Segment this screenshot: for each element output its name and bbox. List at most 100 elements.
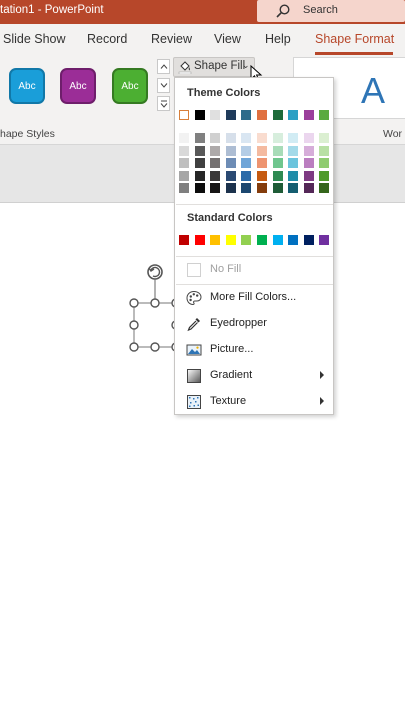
- styles-scroll-up-button[interactable]: [157, 59, 170, 74]
- texture-label: Texture: [210, 395, 247, 407]
- theme-color-swatch[interactable]: [303, 110, 314, 120]
- theme-shade-swatch[interactable]: [257, 183, 267, 193]
- theme-color-swatch[interactable]: [319, 110, 330, 120]
- theme-shade-swatch[interactable]: [303, 145, 314, 156]
- shape-style-blue[interactable]: Abc: [9, 68, 45, 104]
- standard-color-swatch[interactable]: [303, 235, 314, 245]
- standard-color-swatch[interactable]: [225, 235, 236, 245]
- theme-shade-swatch[interactable]: [257, 158, 267, 168]
- theme-shade-swatch[interactable]: [303, 170, 314, 181]
- theme-shade-swatch[interactable]: [272, 170, 283, 181]
- theme-shade-swatch[interactable]: [179, 183, 189, 193]
- theme-shade-swatch[interactable]: [241, 170, 252, 181]
- theme-shade-swatch[interactable]: [179, 158, 189, 168]
- theme-color-swatch[interactable]: [194, 110, 205, 120]
- theme-shade-swatch[interactable]: [225, 170, 236, 181]
- theme-shade-swatch[interactable]: [194, 158, 205, 168]
- theme-shade-swatch[interactable]: [288, 158, 299, 168]
- theme-shade-swatch[interactable]: [225, 133, 236, 143]
- theme-shade-swatch[interactable]: [288, 170, 299, 181]
- shape-style-green[interactable]: Abc: [112, 68, 148, 104]
- shape-fill-button[interactable]: Shape Fill ⌄: [173, 57, 255, 77]
- theme-shade-swatch[interactable]: [272, 158, 283, 168]
- theme-shade-swatch[interactable]: [303, 183, 314, 193]
- standard-color-swatch[interactable]: [272, 235, 283, 245]
- theme-shade-swatch[interactable]: [225, 158, 236, 168]
- theme-shade-swatch[interactable]: [241, 183, 252, 193]
- theme-shade-swatch[interactable]: [257, 133, 267, 143]
- theme-shade-swatch[interactable]: [194, 170, 205, 181]
- tab-record[interactable]: Record: [87, 32, 127, 46]
- standard-color-swatch[interactable]: [194, 235, 205, 245]
- tab-review[interactable]: Review: [151, 32, 192, 46]
- theme-color-swatch[interactable]: [288, 110, 299, 120]
- shape-fill-label: Shape Fill: [194, 60, 246, 72]
- theme-shade-swatch[interactable]: [241, 133, 252, 143]
- gradient-item[interactable]: Gradient: [176, 364, 333, 388]
- theme-color-swatch[interactable]: [241, 110, 252, 120]
- theme-shade-swatch[interactable]: [225, 183, 236, 193]
- styles-more-button[interactable]: [157, 96, 170, 111]
- search-box[interactable]: Search: [257, 0, 405, 22]
- menu-separator: [176, 256, 333, 257]
- no-fill-item[interactable]: No Fill: [176, 258, 333, 282]
- more-fill-colors-item[interactable]: More Fill Colors...: [176, 286, 333, 310]
- theme-shade-swatch[interactable]: [210, 183, 221, 193]
- theme-shade-swatch[interactable]: [272, 133, 283, 143]
- theme-shade-swatch[interactable]: [288, 145, 299, 156]
- theme-shade-swatch[interactable]: [319, 183, 330, 193]
- window-title: tation1 - PowerPoint: [0, 4, 104, 16]
- chevron-up-icon: [160, 64, 167, 69]
- standard-color-swatch[interactable]: [288, 235, 299, 245]
- theme-shade-swatch[interactable]: [210, 158, 221, 168]
- theme-shade-swatch[interactable]: [241, 158, 252, 168]
- theme-shade-swatch[interactable]: [319, 145, 330, 156]
- theme-shade-swatch[interactable]: [241, 145, 252, 156]
- theme-shade-swatch[interactable]: [194, 133, 205, 143]
- shape-fill-dropdown: Theme Colors Standard Colors No Fill Mor…: [174, 77, 334, 415]
- theme-color-swatch[interactable]: [225, 110, 236, 120]
- theme-shade-swatch[interactable]: [210, 145, 221, 156]
- theme-shade-swatch[interactable]: [179, 133, 189, 143]
- theme-shade-swatch[interactable]: [319, 158, 330, 168]
- shape-style-purple[interactable]: Abc: [60, 68, 96, 104]
- theme-color-swatch[interactable]: [272, 110, 283, 120]
- theme-shade-swatch[interactable]: [319, 170, 330, 181]
- wordart-style-a[interactable]: A: [361, 70, 385, 112]
- standard-color-swatch[interactable]: [241, 235, 252, 245]
- tab-view[interactable]: View: [214, 32, 241, 46]
- theme-shade-swatch[interactable]: [272, 145, 283, 156]
- tab-shape-format[interactable]: Shape Format: [315, 32, 394, 46]
- theme-color-swatch-selected[interactable]: [179, 110, 189, 120]
- tab-help[interactable]: Help: [265, 32, 291, 46]
- theme-shade-swatch[interactable]: [303, 133, 314, 143]
- theme-shade-swatch[interactable]: [179, 145, 189, 156]
- picture-item[interactable]: Picture...: [176, 338, 333, 362]
- texture-item[interactable]: Texture: [176, 390, 333, 414]
- theme-shade-swatch[interactable]: [303, 158, 314, 168]
- title-bar: tation1 - PowerPoint Search: [0, 0, 405, 24]
- theme-shade-swatch[interactable]: [194, 183, 205, 193]
- theme-shade-swatch[interactable]: [210, 170, 221, 181]
- tab-slide-show[interactable]: Slide Show: [3, 32, 66, 46]
- standard-color-swatch[interactable]: [319, 235, 330, 245]
- eyedropper-item[interactable]: Eyedropper: [176, 312, 333, 336]
- more-fill-colors-label: More Fill Colors...: [210, 291, 297, 303]
- theme-shade-swatch[interactable]: [319, 133, 330, 143]
- standard-color-swatch[interactable]: [210, 235, 221, 245]
- standard-color-swatch[interactable]: [179, 235, 189, 245]
- theme-color-swatch[interactable]: [257, 110, 267, 120]
- theme-shade-swatch[interactable]: [210, 133, 221, 143]
- theme-color-swatch[interactable]: [210, 110, 221, 120]
- theme-shade-swatch[interactable]: [257, 145, 267, 156]
- theme-shade-swatch[interactable]: [272, 183, 283, 193]
- theme-shade-swatch[interactable]: [257, 170, 267, 181]
- theme-shade-swatch[interactable]: [288, 183, 299, 193]
- styles-scroll-down-button[interactable]: [157, 78, 170, 93]
- standard-color-swatch[interactable]: [257, 235, 267, 245]
- theme-shade-swatch[interactable]: [225, 145, 236, 156]
- theme-shade-swatch[interactable]: [194, 145, 205, 156]
- theme-shade-swatch[interactable]: [288, 133, 299, 143]
- chevron-down-icon: [160, 83, 167, 88]
- theme-shade-swatch[interactable]: [179, 170, 189, 181]
